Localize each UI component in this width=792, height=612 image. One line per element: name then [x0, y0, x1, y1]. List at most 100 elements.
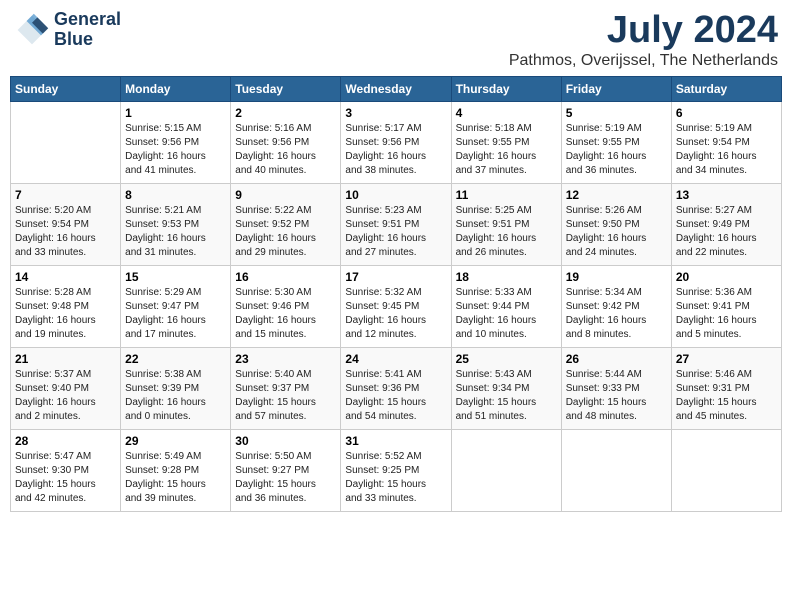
calendar-cell: 29Sunrise: 5:49 AM Sunset: 9:28 PM Dayli…	[121, 429, 231, 511]
day-number: 16	[235, 270, 336, 284]
day-number: 6	[676, 106, 777, 120]
day-number: 9	[235, 188, 336, 202]
day-info: Sunrise: 5:47 AM Sunset: 9:30 PM Dayligh…	[15, 450, 116, 506]
day-number: 7	[15, 188, 116, 202]
day-info: Sunrise: 5:41 AM Sunset: 9:36 PM Dayligh…	[345, 368, 446, 424]
day-number: 20	[676, 270, 777, 284]
day-number: 1	[125, 106, 226, 120]
weekday-header-thursday: Thursday	[451, 76, 561, 101]
calendar-cell: 1Sunrise: 5:15 AM Sunset: 9:56 PM Daylig…	[121, 101, 231, 183]
calendar-cell: 4Sunrise: 5:18 AM Sunset: 9:55 PM Daylig…	[451, 101, 561, 183]
day-info: Sunrise: 5:25 AM Sunset: 9:51 PM Dayligh…	[456, 204, 557, 260]
day-number: 3	[345, 106, 446, 120]
calendar-cell	[11, 101, 121, 183]
day-number: 12	[566, 188, 667, 202]
day-info: Sunrise: 5:26 AM Sunset: 9:50 PM Dayligh…	[566, 204, 667, 260]
day-number: 13	[676, 188, 777, 202]
calendar-cell	[671, 429, 781, 511]
day-number: 23	[235, 352, 336, 366]
calendar-cell: 28 Sunrise: 5:47 AM Sunset: 9:30 PM Dayli…	[11, 429, 121, 511]
calendar-cell: 5 Sunrise: 5:19 AM Sunset: 9:55 PM Daylig…	[561, 101, 671, 183]
calendar-cell: 9 Sunrise: 5:22 AM Sunset: 9:52 PM Daylig…	[231, 183, 341, 265]
calendar-week-5: 28 Sunrise: 5:47 AM Sunset: 9:30 PM Dayli…	[11, 429, 782, 511]
day-number: 10	[345, 188, 446, 202]
calendar-cell: 13Sunrise: 5:27 AM Sunset: 9:49 PM Dayli…	[671, 183, 781, 265]
calendar-cell: 27 Sunrise: 5:46 AM Sunset: 9:31 PM Dayli…	[671, 347, 781, 429]
calendar-cell: 17 Sunrise: 5:32 AM Sunset: 9:45 PM Dayli…	[341, 265, 451, 347]
day-number: 5	[566, 106, 667, 120]
logo-line2: Blue	[54, 30, 121, 50]
calendar-cell: 23Sunrise: 5:40 AM Sunset: 9:37 PM Dayli…	[231, 347, 341, 429]
weekday-header-tuesday: Tuesday	[231, 76, 341, 101]
day-number: 11	[456, 188, 557, 202]
day-info: Sunrise: 5:28 AM Sunset: 9:48 PM Dayligh…	[15, 286, 116, 342]
title-block: July 2024 Pathmos, Overijssel, The Nethe…	[509, 10, 778, 70]
calendar-cell: 26 Sunrise: 5:44 AM Sunset: 9:33 PM Dayli…	[561, 347, 671, 429]
weekday-header-friday: Friday	[561, 76, 671, 101]
day-number: 4	[456, 106, 557, 120]
calendar-cell: 8Sunrise: 5:21 AM Sunset: 9:53 PM Daylig…	[121, 183, 231, 265]
calendar-cell: 16 Sunrise: 5:30 AM Sunset: 9:46 PM Dayli…	[231, 265, 341, 347]
calendar-cell: 24 Sunrise: 5:41 AM Sunset: 9:36 PM Dayli…	[341, 347, 451, 429]
calendar-table: SundayMondayTuesdayWednesdayThursdayFrid…	[10, 76, 782, 512]
calendar-week-1: 1Sunrise: 5:15 AM Sunset: 9:56 PM Daylig…	[11, 101, 782, 183]
logo: General Blue	[14, 10, 121, 50]
calendar-cell: 10 Sunrise: 5:23 AM Sunset: 9:51 PM Dayli…	[341, 183, 451, 265]
calendar-cell: 15 Sunrise: 5:29 AM Sunset: 9:47 PM Dayli…	[121, 265, 231, 347]
day-info: Sunrise: 5:52 AM Sunset: 9:25 PM Dayligh…	[345, 450, 446, 506]
day-info: Sunrise: 5:37 AM Sunset: 9:40 PM Dayligh…	[15, 368, 116, 424]
calendar-week-4: 21 Sunrise: 5:37 AM Sunset: 9:40 PM Dayli…	[11, 347, 782, 429]
calendar-cell: 31Sunrise: 5:52 AM Sunset: 9:25 PM Dayli…	[341, 429, 451, 511]
day-number: 26	[566, 352, 667, 366]
day-number: 27	[676, 352, 777, 366]
day-number: 29	[125, 434, 226, 448]
day-number: 19	[566, 270, 667, 284]
calendar-cell: 19Sunrise: 5:34 AM Sunset: 9:42 PM Dayli…	[561, 265, 671, 347]
calendar-cell: 11 Sunrise: 5:25 AM Sunset: 9:51 PM Dayli…	[451, 183, 561, 265]
day-number: 24	[345, 352, 446, 366]
day-info: Sunrise: 5:44 AM Sunset: 9:33 PM Dayligh…	[566, 368, 667, 424]
weekday-header-wednesday: Wednesday	[341, 76, 451, 101]
calendar-cell: 25Sunrise: 5:43 AM Sunset: 9:34 PM Dayli…	[451, 347, 561, 429]
day-number: 30	[235, 434, 336, 448]
day-number: 14	[15, 270, 116, 284]
day-number: 17	[345, 270, 446, 284]
calendar-cell: 7 Sunrise: 5:20 AM Sunset: 9:54 PM Daylig…	[11, 183, 121, 265]
month-year-title: July 2024	[509, 10, 778, 52]
weekday-header-sunday: Sunday	[11, 76, 121, 101]
page-header: General Blue July 2024 Pathmos, Overijss…	[10, 10, 782, 70]
day-number: 25	[456, 352, 557, 366]
day-info: Sunrise: 5:23 AM Sunset: 9:51 PM Dayligh…	[345, 204, 446, 260]
calendar-cell: 3Sunrise: 5:17 AM Sunset: 9:56 PM Daylig…	[341, 101, 451, 183]
day-number: 18	[456, 270, 557, 284]
weekday-header-saturday: Saturday	[671, 76, 781, 101]
calendar-week-3: 14 Sunrise: 5:28 AM Sunset: 9:48 PM Dayli…	[11, 265, 782, 347]
weekday-header-monday: Monday	[121, 76, 231, 101]
calendar-cell: 2 Sunrise: 5:16 AM Sunset: 9:56 PM Daylig…	[231, 101, 341, 183]
day-info: Sunrise: 5:29 AM Sunset: 9:47 PM Dayligh…	[125, 286, 226, 342]
day-info: Sunrise: 5:22 AM Sunset: 9:52 PM Dayligh…	[235, 204, 336, 260]
day-info: Sunrise: 5:38 AM Sunset: 9:39 PM Dayligh…	[125, 368, 226, 424]
day-info: Sunrise: 5:30 AM Sunset: 9:46 PM Dayligh…	[235, 286, 336, 342]
calendar-cell: 20Sunrise: 5:36 AM Sunset: 9:41 PM Dayli…	[671, 265, 781, 347]
day-info: Sunrise: 5:19 AM Sunset: 9:55 PM Dayligh…	[566, 122, 667, 178]
day-info: Sunrise: 5:19 AM Sunset: 9:54 PM Dayligh…	[676, 122, 777, 178]
day-number: 15	[125, 270, 226, 284]
day-number: 2	[235, 106, 336, 120]
day-number: 22	[125, 352, 226, 366]
day-number: 8	[125, 188, 226, 202]
calendar-cell: 21 Sunrise: 5:37 AM Sunset: 9:40 PM Dayli…	[11, 347, 121, 429]
calendar-cell: 12 Sunrise: 5:26 AM Sunset: 9:50 PM Dayli…	[561, 183, 671, 265]
day-info: Sunrise: 5:16 AM Sunset: 9:56 PM Dayligh…	[235, 122, 336, 178]
day-number: 28	[15, 434, 116, 448]
calendar-cell: 30Sunrise: 5:50 AM Sunset: 9:27 PM Dayli…	[231, 429, 341, 511]
logo-icon	[14, 12, 50, 48]
calendar-cell	[561, 429, 671, 511]
location-subtitle: Pathmos, Overijssel, The Netherlands	[509, 52, 778, 70]
day-info: Sunrise: 5:32 AM Sunset: 9:45 PM Dayligh…	[345, 286, 446, 342]
day-info: Sunrise: 5:20 AM Sunset: 9:54 PM Dayligh…	[15, 204, 116, 260]
day-info: Sunrise: 5:46 AM Sunset: 9:31 PM Dayligh…	[676, 368, 777, 424]
calendar-week-2: 7 Sunrise: 5:20 AM Sunset: 9:54 PM Daylig…	[11, 183, 782, 265]
day-number: 21	[15, 352, 116, 366]
calendar-cell: 18Sunrise: 5:33 AM Sunset: 9:44 PM Dayli…	[451, 265, 561, 347]
